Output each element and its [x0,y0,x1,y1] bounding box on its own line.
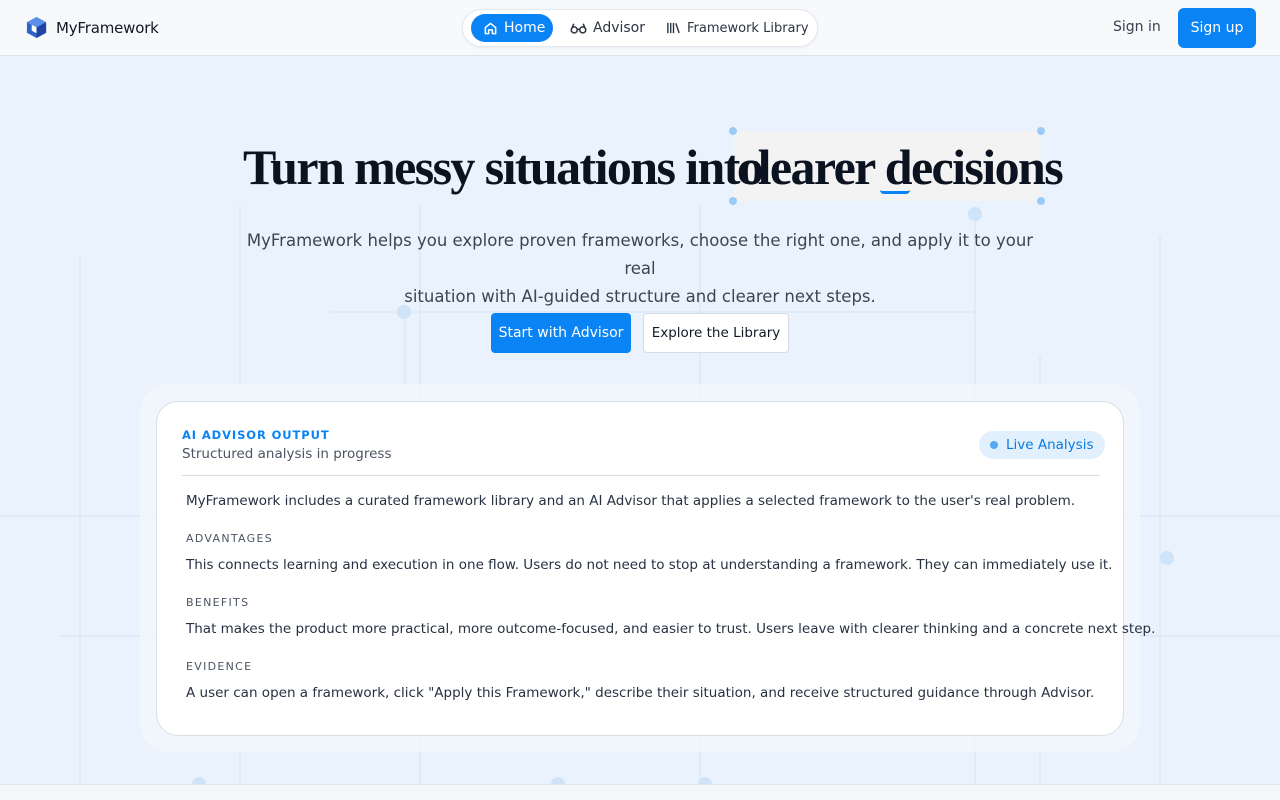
nav-item-home[interactable]: Home [471,14,553,42]
hero-subtitle-line-2: situation with AI-guided structure and c… [404,287,876,306]
status-dot-icon [990,441,998,449]
advisor-output-card: AI Advisor Output Structured analysis in… [156,401,1155,736]
card-kicker: AI Advisor Output [182,428,330,442]
hero-subtitle-line-1: MyFramework helps you explore proven fra… [246,231,1034,278]
section-label-evidence: Evidence [186,660,253,673]
live-analysis-badge: Live Analysis [979,431,1106,459]
nav-item-home-label: Home [504,20,546,36]
glasses-icon [570,23,587,34]
section-label-advantages: Advantages [186,532,274,545]
top-navigation-bar: MyFramework Home Advisor Framework Libra… [0,0,1280,56]
brand-link[interactable]: MyFramework [25,16,159,39]
card-kicker-label: AI Advisor Output [182,428,330,442]
nav-item-framework-library[interactable]: Framework Library [659,14,809,42]
selection-handle-bottom-left[interactable] [729,197,737,205]
hero-title: Turn messy situations into clearer decis… [0,138,1280,198]
selection-handle-bottom-right[interactable] [1037,197,1045,205]
hero-title-highlight: clearer decisions [737,139,1064,195]
start-with-advisor-button[interactable]: Start with Advisor [491,313,631,353]
section-label-benefits: Benefits [186,596,250,609]
cube-logo-icon [26,16,47,39]
sign-in-link[interactable]: Sign in [1113,19,1161,35]
live-analysis-label: Live Analysis [1006,437,1094,453]
section-text-advantages: This connects learning and execution in … [186,557,1113,573]
card-divider [182,475,1100,476]
selection-handle-top-left[interactable] [729,127,737,135]
explore-library-button[interactable]: Explore the Library [643,313,789,353]
next-section-edge [0,784,1280,800]
selection-handle-top-right[interactable] [1037,127,1045,135]
hero-title-lead: Turn messy situations into [243,139,764,195]
sign-up-button[interactable]: Sign up [1178,8,1256,48]
brand-name: MyFramework [56,18,159,37]
section-text-benefits: That makes the product more practical, m… [186,621,1156,637]
nav-item-advisor-label: Advisor [593,20,646,36]
main-nav: Home Advisor Framework Library [462,9,818,47]
library-icon [667,22,680,34]
highlight-underline-accent [880,190,910,194]
card-subtitle: Structured analysis in progress [182,446,392,462]
section-text-evidence: A user can open a framework, click "Appl… [186,685,1095,701]
card-intro-text: MyFramework includes a curated framework… [186,493,1076,509]
home-icon [484,22,497,34]
nav-item-framework-library-label: Framework Library [687,20,809,36]
hero-subtitle: MyFramework helps you explore proven fra… [240,227,1040,311]
nav-item-advisor[interactable]: Advisor [562,14,645,42]
